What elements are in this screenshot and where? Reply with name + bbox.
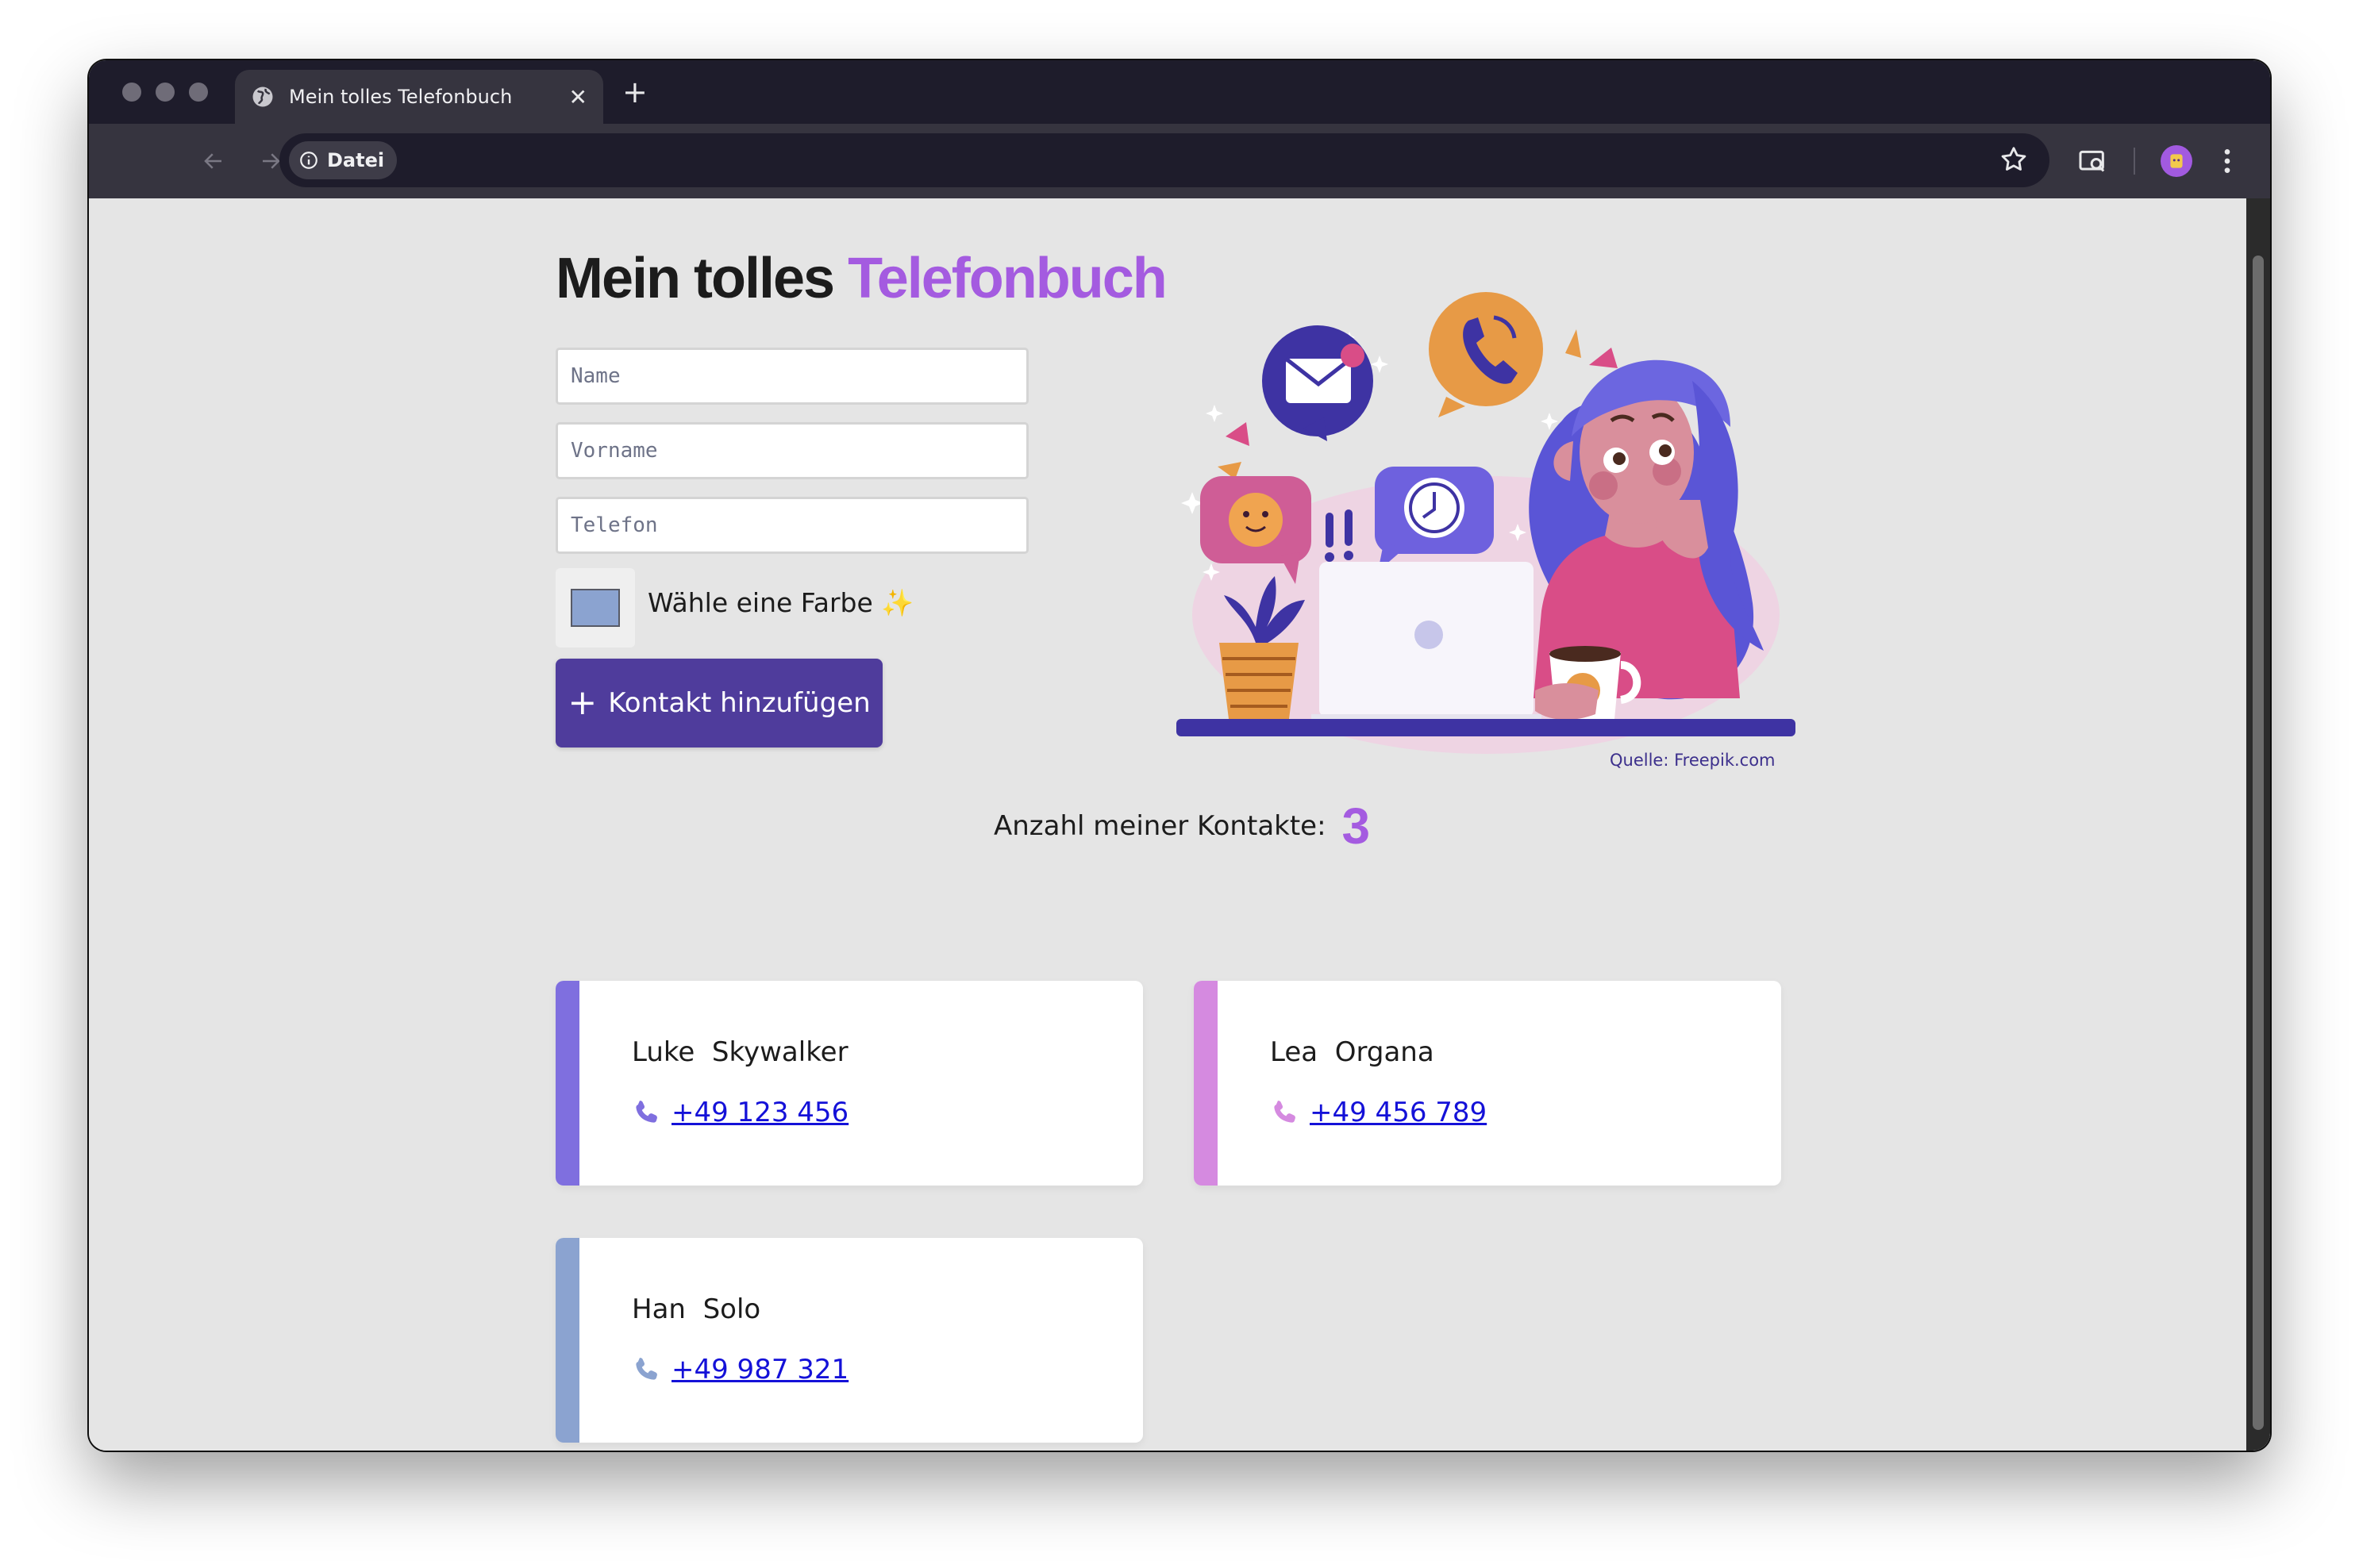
back-button[interactable] xyxy=(195,143,232,179)
info-icon xyxy=(300,152,317,169)
sparkles-icon: ✨ xyxy=(881,587,914,618)
color-swatch xyxy=(571,589,620,627)
contact-card: Luke Skywalker +49 123 456 xyxy=(556,981,1143,1186)
contact-card: Lea Organa +49 456 789 xyxy=(1194,981,1781,1186)
toolbar-divider xyxy=(2134,148,2135,175)
color-picker[interactable] xyxy=(556,568,635,648)
avatar xyxy=(2161,145,2192,177)
close-window-button[interactable] xyxy=(122,83,141,102)
contact-count: 3 xyxy=(1341,797,1371,855)
contact-firstname: Lea xyxy=(1270,1036,1318,1068)
contact-phone-link[interactable]: +49 987 321 xyxy=(672,1354,849,1385)
contact-lastname: Organa xyxy=(1334,1036,1434,1068)
phone-input[interactable] xyxy=(556,497,1029,554)
contact-name: Han Solo xyxy=(632,1293,760,1325)
woman-laptop-illustration xyxy=(1176,292,1795,754)
phone-icon xyxy=(636,1101,657,1123)
page-scrollbar[interactable] xyxy=(2246,198,2270,1451)
browser-menu-button[interactable] xyxy=(2221,141,2234,181)
browser-window: Mein tolles Telefonbuch ✕ + Datei Mein t… xyxy=(89,60,2270,1451)
contact-lastname: Skywalker xyxy=(711,1036,849,1068)
page-title: Mein tolles Telefonbuch xyxy=(556,246,1168,311)
contact-counter: Anzahl meiner Kontakte: 3 xyxy=(994,797,1370,855)
illustration-credit: Quelle: Freepik.com xyxy=(1610,751,1776,770)
contact-color-stripe xyxy=(556,1238,579,1443)
name-input[interactable] xyxy=(556,348,1029,405)
contact-phone-row: +49 123 456 xyxy=(632,1097,849,1128)
contact-name: Luke Skywalker xyxy=(632,1036,849,1068)
firstname-input[interactable] xyxy=(556,422,1029,479)
phone-icon xyxy=(1274,1101,1295,1123)
maximize-window-button[interactable] xyxy=(189,83,208,102)
phone-icon xyxy=(636,1358,657,1380)
contact-color-stripe xyxy=(1194,981,1218,1186)
site-info-label: Datei xyxy=(327,149,385,171)
kebab-menu-icon xyxy=(2224,149,2230,173)
title-accent: Telefonbuch xyxy=(848,247,1168,310)
minimize-window-button[interactable] xyxy=(156,83,175,102)
new-tab-button[interactable]: + xyxy=(622,75,648,110)
color-label-text: Wähle eine Farbe xyxy=(648,587,873,618)
browser-toolbar: Datei xyxy=(89,124,2270,198)
add-contact-label: Kontakt hinzufügen xyxy=(608,687,871,719)
plus-icon: + xyxy=(568,682,598,723)
color-picker-label: Wähle eine Farbe ✨ xyxy=(648,587,914,619)
tab-close-icon[interactable]: ✕ xyxy=(569,84,587,110)
contact-name: Lea Organa xyxy=(1270,1036,1434,1068)
arrow-left-icon xyxy=(204,153,221,169)
site-info-chip[interactable]: Datei xyxy=(289,141,398,179)
address-bar[interactable]: Datei xyxy=(279,133,2049,187)
tab-active[interactable]: Mein tolles Telefonbuch ✕ xyxy=(235,70,603,124)
profile-avatar[interactable] xyxy=(2161,141,2192,181)
contact-phone-link[interactable]: +49 123 456 xyxy=(672,1097,849,1128)
tab-bar: Mein tolles Telefonbuch ✕ + xyxy=(89,60,2270,124)
tab-search-icon[interactable] xyxy=(2076,141,2108,181)
contact-lastname: Solo xyxy=(702,1293,761,1325)
contact-firstname: Han xyxy=(632,1293,686,1325)
contact-phone-row: +49 456 789 xyxy=(1270,1097,1487,1128)
tab-title: Mein tolles Telefonbuch xyxy=(289,86,513,108)
contact-color-stripe xyxy=(556,981,579,1186)
contact-firstname: Luke xyxy=(632,1036,695,1068)
title-main: Mein tolles xyxy=(556,247,835,310)
scrollbar-thumb[interactable] xyxy=(2253,256,2264,1430)
contact-counter-label: Anzahl meiner Kontakte: xyxy=(994,810,1326,842)
contact-phone-row: +49 987 321 xyxy=(632,1354,849,1385)
contact-phone-link[interactable]: +49 456 789 xyxy=(1310,1097,1487,1128)
page-content: Mein tolles Telefonbuch Wähle eine Farbe… xyxy=(89,198,2270,1451)
avatar-face-icon xyxy=(2170,154,2183,168)
window-controls xyxy=(122,83,208,102)
globe-icon xyxy=(252,86,273,107)
contact-card: Han Solo +49 987 321 xyxy=(556,1238,1143,1443)
add-contact-button[interactable]: + Kontakt hinzufügen xyxy=(556,659,883,747)
bookmark-star-icon[interactable] xyxy=(1999,144,2029,178)
